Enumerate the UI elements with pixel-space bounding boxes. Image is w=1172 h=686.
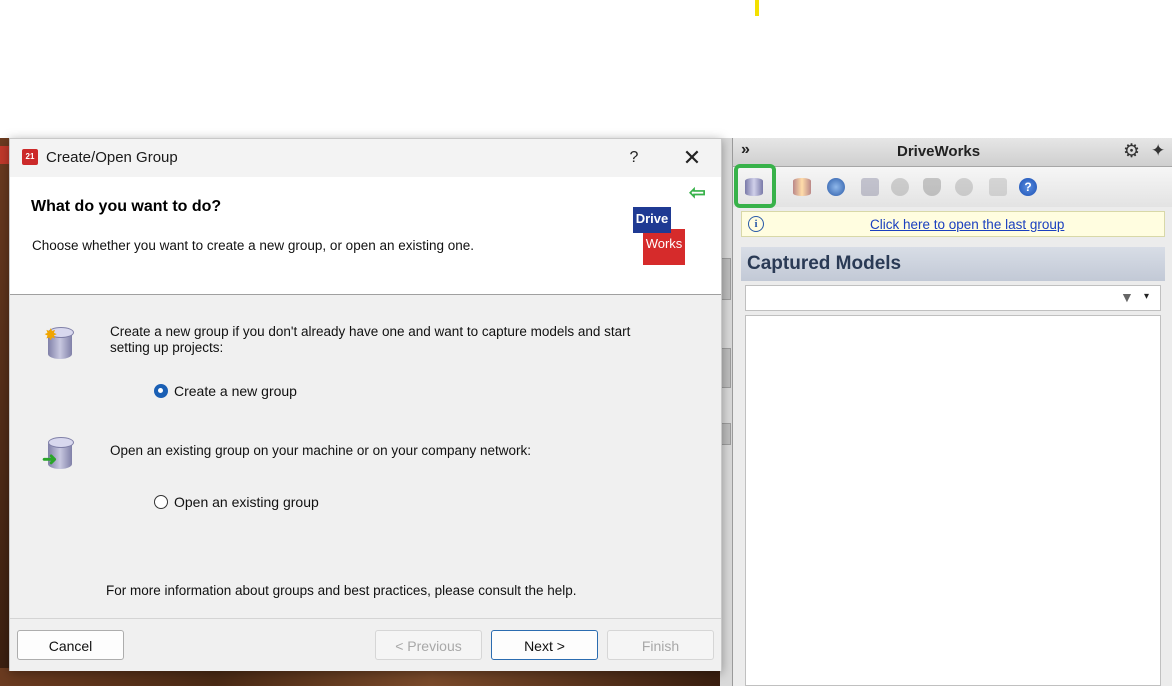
help-info-text: For more information about groups and be… xyxy=(106,583,577,598)
new-group-icon: ✸ xyxy=(44,325,74,361)
create-open-group-dialog: 21 Create/Open Group ? ✕ What do you wan… xyxy=(9,138,722,671)
top-marker xyxy=(755,0,759,16)
logo-drive: Drive xyxy=(633,207,671,233)
highlight-box xyxy=(734,164,776,208)
dialog-titlebar: 21 Create/Open Group ? ✕ xyxy=(10,139,721,177)
filter-dropdown-icon[interactable]: ▾ xyxy=(1144,291,1149,302)
cancel-button[interactable]: Cancel xyxy=(17,630,124,660)
pointer-arrow-icon: ⇦ xyxy=(689,182,706,204)
new-group-db-icon[interactable] xyxy=(793,178,811,196)
dialog-title: Create/Open Group xyxy=(46,149,178,166)
finish-button[interactable]: Finish xyxy=(607,630,714,660)
checklist-icon[interactable] xyxy=(989,178,1007,196)
open-last-group-link[interactable]: Click here to open the last group xyxy=(870,217,1064,232)
create-radio-label: Create a new group xyxy=(174,383,297,399)
app-icon: 21 xyxy=(22,149,38,165)
create-new-group-radio[interactable]: Create a new group xyxy=(154,383,297,399)
open-group-icon: ➜ xyxy=(42,435,74,471)
captured-models-title: Captured Models xyxy=(747,253,902,274)
header-title: What do you want to do? xyxy=(31,198,222,215)
previous-button[interactable]: < Previous xyxy=(375,630,482,660)
dialog-header: What do you want to do? Choose whether y… xyxy=(10,177,721,295)
create-radio-button[interactable] xyxy=(154,384,168,398)
open-radio-label: Open an existing group xyxy=(174,494,319,510)
models-filter-input[interactable]: ▼ ▾ xyxy=(745,285,1161,311)
settings-gear-icon[interactable]: ⚙ xyxy=(1123,140,1140,163)
filter-funnel-icon[interactable]: ▼ xyxy=(1120,289,1134,305)
logo-works: Works xyxy=(643,229,685,265)
header-subtitle: Choose whether you want to create a new … xyxy=(32,238,475,253)
open-existing-group-radio[interactable]: Open an existing group xyxy=(154,494,319,510)
captured-models-header: Captured Models xyxy=(741,247,1165,281)
connect-icon[interactable] xyxy=(827,178,845,196)
expand-pane-icon[interactable]: » xyxy=(741,141,750,159)
open-description: Open an existing group on your machine o… xyxy=(110,443,531,458)
save-icon[interactable] xyxy=(861,178,879,196)
create-description: Create a new group if you don't already … xyxy=(110,324,631,355)
driveworks-logo: Works Drive xyxy=(633,207,685,267)
security-shield-icon[interactable] xyxy=(923,178,941,196)
driveworks-pane: » DriveWorks ⚙ ✦ ? ⇦ i Click here to ope… xyxy=(689,138,1172,686)
help-button[interactable]: ? xyxy=(620,145,648,171)
pane-title: DriveWorks xyxy=(897,143,981,160)
pin-icon[interactable]: ✦ xyxy=(1151,141,1165,161)
pane-toolbar: ? xyxy=(733,167,1172,207)
pane-titlebar: » DriveWorks ⚙ ✦ xyxy=(733,138,1172,167)
captured-models-list[interactable] xyxy=(745,315,1161,686)
dialog-footer: Cancel < Previous Next > Finish xyxy=(10,618,721,671)
info-icon: i xyxy=(748,216,764,232)
open-radio-button[interactable] xyxy=(154,495,168,509)
close-button[interactable]: ✕ xyxy=(676,143,708,173)
info-bar: i Click here to open the last group xyxy=(741,211,1165,237)
settings-tool-icon[interactable] xyxy=(955,178,973,196)
next-button[interactable]: Next > xyxy=(491,630,598,660)
help-question-icon[interactable]: ? xyxy=(1019,178,1037,196)
disabled-tool-icon[interactable] xyxy=(891,178,909,196)
